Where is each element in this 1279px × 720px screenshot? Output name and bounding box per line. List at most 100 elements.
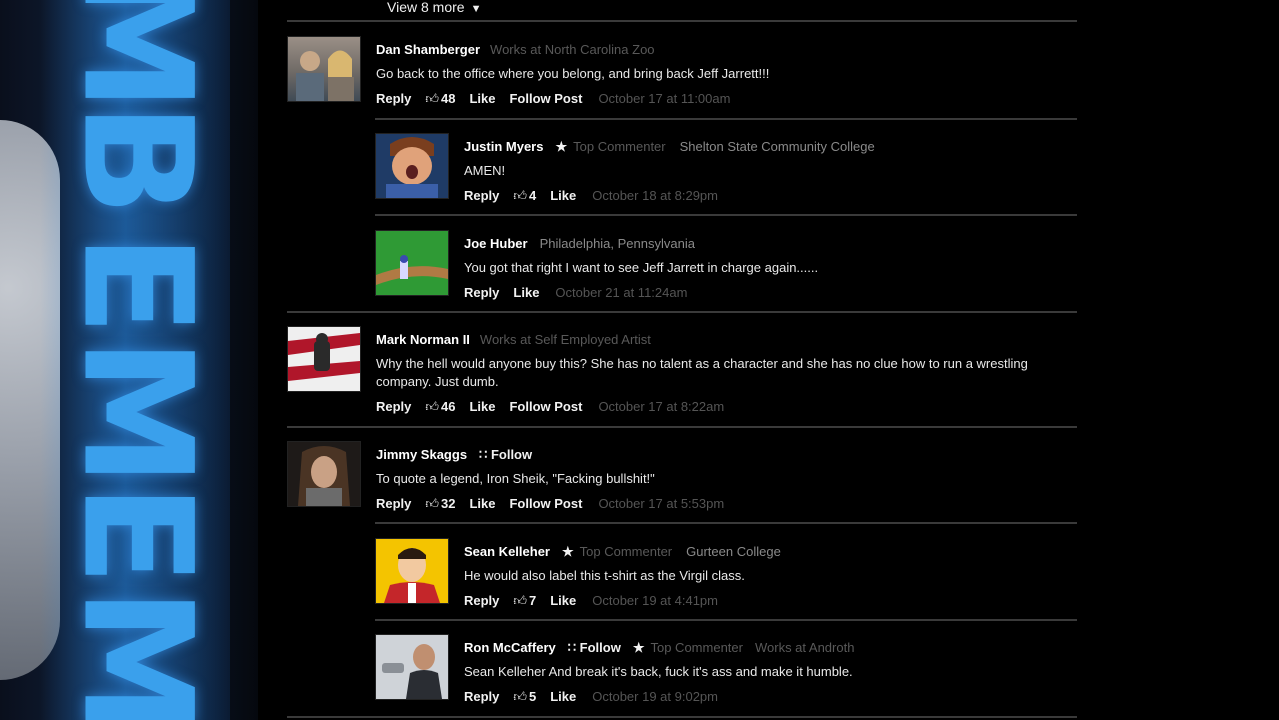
comment-text: Go back to the office where you belong, …: [376, 66, 770, 81]
like-count: 5: [529, 689, 537, 704]
like-button[interactable]: Like: [469, 399, 495, 414]
avatar-image: [376, 539, 448, 603]
avatar[interactable]: [287, 36, 361, 102]
reply-button[interactable]: Reply: [464, 285, 499, 300]
top-commenter-badge: Top Commenter: [650, 640, 743, 655]
follow-post-button[interactable]: Follow Post: [509, 496, 582, 511]
avatar[interactable]: [375, 538, 449, 604]
banner-letter: M: [49, 337, 224, 483]
reply-button[interactable]: Reply: [376, 496, 411, 511]
commenter-name[interactable]: Mark Norman II: [376, 332, 470, 347]
like-count: 32: [441, 496, 456, 511]
like-button[interactable]: Like: [550, 593, 576, 608]
avatar-image: [296, 50, 354, 101]
commenter-name[interactable]: Justin Myers: [464, 139, 543, 154]
like-button[interactable]: Like: [550, 689, 576, 704]
like-count: 48: [441, 91, 456, 106]
timestamp[interactable]: October 17 at 8:22am: [598, 399, 724, 414]
star-icon: ★: [562, 544, 574, 559]
top-commenter-badge: Top Commenter: [573, 139, 666, 154]
divider: [375, 619, 1077, 621]
follow-post-button[interactable]: Follow Post: [509, 91, 582, 106]
avatar-image: [288, 442, 360, 506]
timestamp[interactable]: October 19 at 4:41pm: [592, 593, 718, 608]
divider: [375, 118, 1077, 120]
thumbs-up-icon[interactable]: 👍︎: [513, 188, 527, 203]
avatar-image: [376, 231, 448, 295]
like-button[interactable]: Like: [513, 285, 539, 300]
view-more-link[interactable]: View 8 more ▼: [387, 0, 481, 15]
follow-button[interactable]: ∷ Follow: [568, 640, 621, 655]
like-count: 46: [441, 399, 456, 414]
rss-icon: ∷: [479, 447, 488, 462]
avatar[interactable]: [287, 441, 361, 507]
follow-label: Follow: [490, 447, 533, 462]
comment-text: AMEN!: [464, 163, 506, 178]
banner-letters: M B E M E M: [49, 0, 224, 720]
commenter-meta: Works at Androth: [754, 640, 855, 655]
comment-text: To quote a legend, Iron Sheik, "Facking …: [376, 471, 655, 486]
divider: [287, 426, 1077, 428]
avatar[interactable]: [375, 634, 449, 700]
commenter-name[interactable]: Ron McCaffery: [464, 640, 556, 655]
caret-down-icon: ▼: [470, 3, 482, 15]
banner-letter: E: [49, 483, 224, 582]
comment-text: Sean Kelleher And break it's back, fuck …: [464, 664, 853, 679]
divider: [375, 522, 1077, 524]
divider: [287, 311, 1077, 313]
commenter-meta: Gurteen College: [686, 544, 781, 559]
avatar-image: [376, 635, 448, 699]
timestamp[interactable]: October 17 at 5:53pm: [598, 496, 724, 511]
thumbs-up-icon[interactable]: 👍︎: [425, 399, 439, 414]
banner-letter: B: [49, 102, 224, 213]
avatar[interactable]: [287, 326, 361, 392]
star-icon: ★: [555, 139, 568, 154]
thumbs-up-icon[interactable]: 👍︎: [513, 689, 527, 704]
side-banner: M B E M E M: [0, 0, 258, 720]
comment-text: He would also label this t-shirt as the …: [464, 568, 745, 583]
timestamp[interactable]: October 18 at 8:29pm: [592, 188, 718, 203]
thumbs-up-icon[interactable]: 👍︎: [425, 496, 439, 511]
commenter-meta: Works at North Carolina Zoo: [490, 42, 655, 57]
reply-button[interactable]: Reply: [464, 593, 499, 608]
timestamp[interactable]: October 17 at 11:00am: [598, 91, 730, 106]
comment-text: You got that right I want to see Jeff Ja…: [464, 260, 819, 275]
like-count: 4: [529, 188, 537, 203]
banner-letter: E: [49, 233, 224, 332]
like-button[interactable]: Like: [469, 496, 495, 511]
avatar-image: [288, 327, 360, 391]
reply-button[interactable]: Reply: [376, 91, 411, 106]
thumbs-up-icon[interactable]: 👍︎: [513, 593, 527, 608]
commenter-meta: Shelton State Community College: [679, 139, 875, 154]
commenter-name[interactable]: Sean Kelleher: [464, 544, 550, 559]
avatar-image: [376, 134, 448, 198]
commenter-name[interactable]: Jimmy Skaggs: [376, 447, 467, 462]
view-more-label: View 8 more: [387, 0, 465, 15]
timestamp[interactable]: October 19 at 9:02pm: [592, 689, 718, 704]
like-button[interactable]: Like: [469, 91, 495, 106]
divider: [287, 716, 1077, 718]
follow-post-button[interactable]: Follow Post: [509, 399, 582, 414]
timestamp[interactable]: October 21 at 11:24am: [555, 285, 687, 300]
like-button[interactable]: Like: [550, 188, 576, 203]
comment-text: Why the hell would anyone buy this? She …: [376, 356, 1028, 389]
like-count: 7: [529, 593, 537, 608]
banner-letter: M: [49, 587, 224, 720]
thumbs-up-icon[interactable]: 👍︎: [425, 91, 439, 106]
divider: [375, 214, 1077, 216]
follow-label: Follow: [579, 640, 621, 655]
commenter-name[interactable]: Dan Shamberger: [376, 42, 480, 57]
top-commenter-badge: Top Commenter: [579, 544, 673, 559]
commenter-meta: Philadelphia, Pennsylvania: [539, 236, 695, 251]
avatar[interactable]: [375, 230, 449, 296]
commenter-name[interactable]: Joe Huber: [464, 236, 528, 251]
reply-button[interactable]: Reply: [464, 689, 499, 704]
reply-button[interactable]: Reply: [464, 188, 499, 203]
reply-button[interactable]: Reply: [376, 399, 411, 414]
star-icon: ★: [632, 640, 645, 655]
avatar[interactable]: [375, 133, 449, 199]
rss-icon: ∷: [567, 640, 577, 655]
commenter-meta: Works at Self Employed Artist: [479, 332, 651, 347]
divider: [287, 20, 1077, 22]
follow-button[interactable]: ∷ Follow: [479, 447, 532, 462]
